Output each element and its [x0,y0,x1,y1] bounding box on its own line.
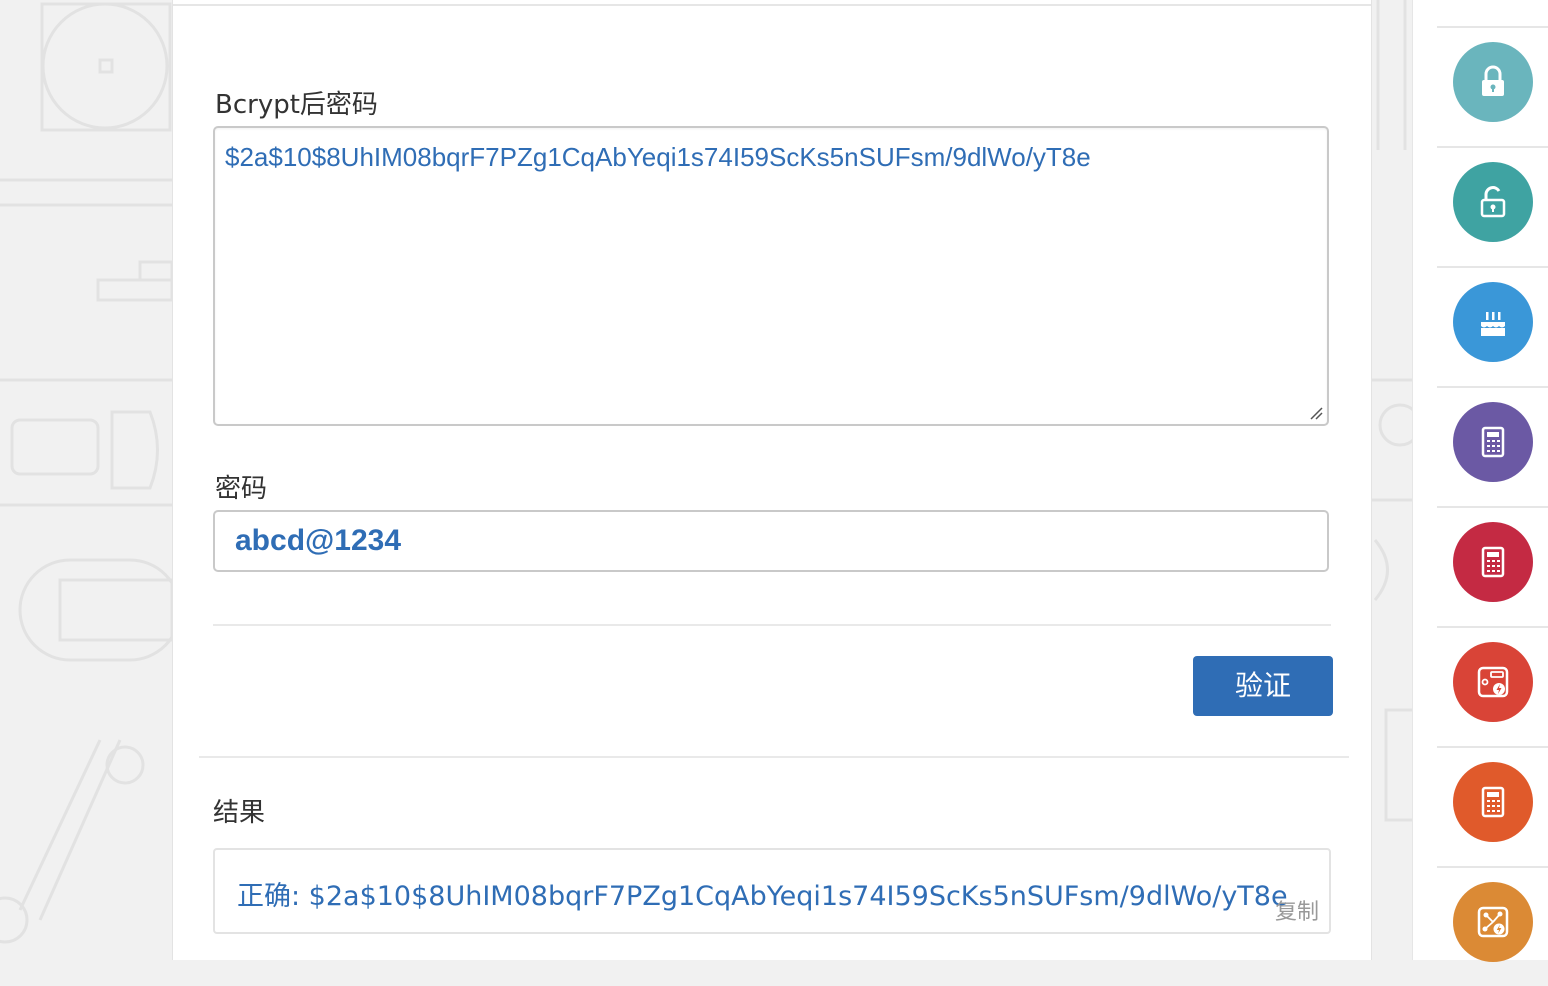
tool-sidebar [1412,0,1548,962]
sidebar-item-network-flash[interactable] [1413,866,1548,986]
sidebar-icon-circle[interactable] [1453,762,1533,842]
sidebar-divider [1437,506,1548,508]
sidebar-icon-circle[interactable] [1453,642,1533,722]
sidebar-divider [1437,146,1548,148]
sidebar-item-calculator-1[interactable] [1413,386,1548,506]
lock-icon [1482,65,1504,96]
sidebar-icon-circle[interactable] [1453,522,1533,602]
password-input[interactable]: abcd@1234 [213,510,1329,572]
sidebar-item-calculator-3[interactable] [1413,746,1548,866]
hash-label: Bcrypt后密码 [215,90,378,120]
unlock-icon [1480,186,1506,218]
sidebar-divider [1437,386,1548,388]
sidebar-icon-circle[interactable] [1453,882,1533,962]
sidebar-item-calculator-2[interactable] [1413,506,1548,626]
sidebar-item-bcrypt-encrypt[interactable] [1413,26,1548,146]
resize-grip-icon[interactable] [1309,406,1323,420]
sidebar-divider [1437,746,1548,748]
verify-button[interactable]: 验证 [1193,656,1333,716]
result-text: 正确: $2a$10$8UhIM08bqrF7PZg1CqAbYeqi1s74I… [237,881,1288,912]
calculator-icon [1481,426,1505,458]
copy-button[interactable]: 复制 [1275,894,1319,926]
hash-textarea[interactable]: $2a$10$8UhIM08bqrF7PZg1CqAbYeqi1s74I59Sc… [213,126,1329,426]
sidebar-divider [1437,26,1548,28]
sidebar-item-bcrypt-verify[interactable] [1413,146,1548,266]
network-flash-icon [1477,906,1509,938]
main-panel: Bcrypt后密码 $2a$10$8UhIM08bqrF7PZg1CqAbYeq… [172,0,1372,960]
panel-top-border [173,4,1371,6]
result-label: 结果 [213,798,266,828]
calculator-icon [1481,546,1505,578]
sidebar-icon-circle[interactable] [1453,282,1533,362]
password-text: abcd@1234 [235,524,402,557]
sidebar-item-birthday[interactable] [1413,266,1548,386]
sidebar-divider [1437,626,1548,628]
hash-text: $2a$10$8UhIM08bqrF7PZg1CqAbYeqi1s74I59Sc… [225,142,1091,172]
calculator-icon [1481,786,1505,818]
sidebar-icon-circle[interactable] [1453,162,1533,242]
sidebar-icon-circle[interactable] [1453,42,1533,122]
sidebar-item-flash-tool[interactable] [1413,626,1548,746]
result-box: 正确: $2a$10$8UhIM08bqrF7PZg1CqAbYeqi1s74I… [213,848,1331,934]
sidebar-divider [1437,266,1548,268]
password-label: 密码 [215,474,268,504]
cake-icon [1481,312,1505,336]
section-divider [199,756,1349,758]
form-divider [213,624,1331,626]
sidebar-divider [1437,866,1548,868]
flash-tool-icon [1477,666,1509,698]
sidebar-icon-circle[interactable] [1453,402,1533,482]
